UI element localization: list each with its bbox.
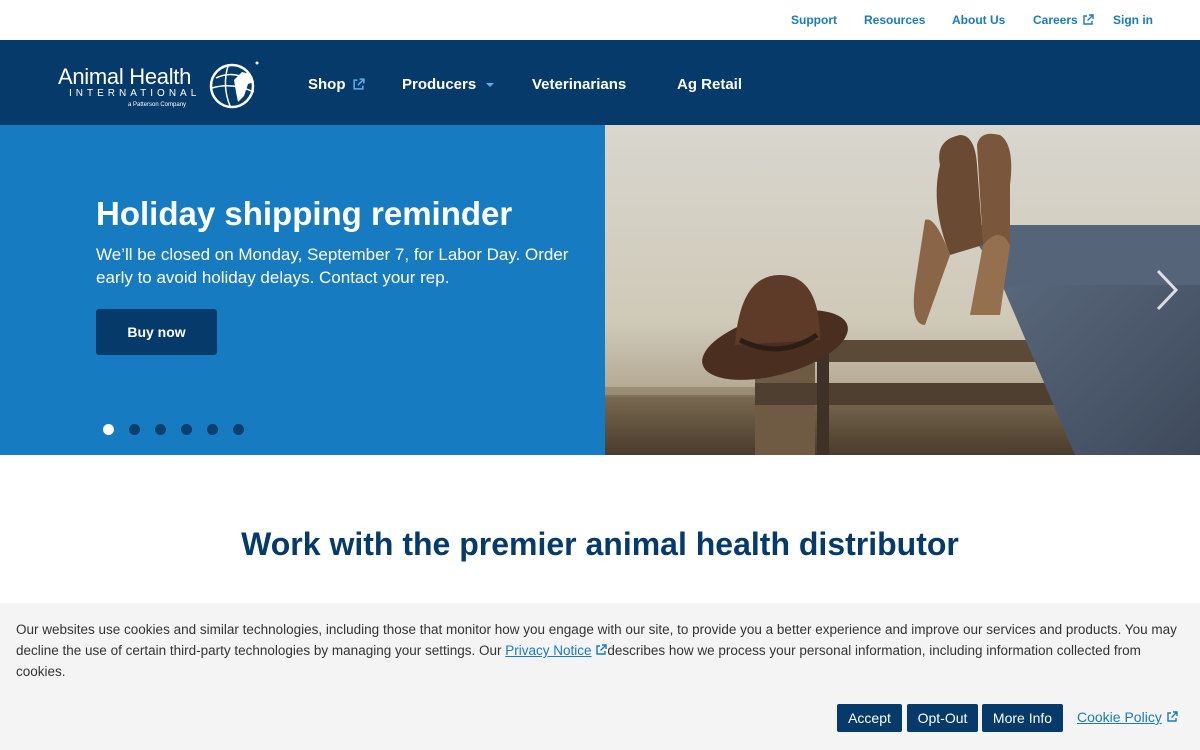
cookie-policy-link[interactable]: Cookie Policy <box>1077 709 1178 725</box>
resources-link[interactable]: Resources <box>864 13 925 27</box>
external-link-icon <box>1167 711 1178 722</box>
utility-bar: Support Resources About Us Careers Sign … <box>0 0 1200 40</box>
more-info-button[interactable]: More Info <box>982 704 1063 732</box>
chevron-right-icon[interactable] <box>1152 265 1182 315</box>
hero-title: Holiday shipping reminder <box>96 195 513 232</box>
external-link-icon <box>596 644 608 655</box>
chevron-down-icon <box>486 82 495 87</box>
globe-horse-icon <box>209 61 259 109</box>
carousel-dot[interactable] <box>155 424 166 435</box>
section-headline: Work with the premier animal health dist… <box>241 526 959 562</box>
careers-link[interactable]: Careers <box>1033 13 1094 27</box>
buy-now-button[interactable]: Buy now <box>96 309 217 355</box>
logo-tagline: a Patterson Company <box>128 102 187 108</box>
nav-producers[interactable]: Producers <box>402 76 495 93</box>
logo-sub: INTERNATIONAL <box>69 88 201 99</box>
carousel-dot[interactable] <box>181 424 192 435</box>
privacy-notice-label: Privacy Notice <box>505 643 592 658</box>
carousel-dot[interactable] <box>129 424 140 435</box>
hero-panel: Holiday shipping reminder We’ll be close… <box>0 125 605 455</box>
opt-out-button[interactable]: Opt-Out <box>907 704 978 732</box>
careers-label: Careers <box>1033 13 1078 27</box>
main-nav: Animal Health INTERNATIONAL a Patterson … <box>0 40 1200 125</box>
nav-veterinarians[interactable]: Veterinarians <box>532 76 626 93</box>
privacy-notice-link[interactable]: Privacy Notice <box>505 643 591 658</box>
cookie-policy-label: Cookie Policy <box>1077 709 1162 725</box>
accept-button[interactable]: Accept <box>837 704 902 732</box>
nav-shop-label: Shop <box>308 76 346 93</box>
sign-in-link[interactable]: Sign in <box>1113 13 1153 27</box>
external-link-icon <box>1083 14 1094 25</box>
logo-name: Animal Health <box>58 64 192 89</box>
carousel-dot[interactable] <box>233 424 244 435</box>
cookie-text: Our websites use cookies and similar tec… <box>16 619 1186 682</box>
hero-carousel: Holiday shipping reminder We’ll be close… <box>0 125 1200 455</box>
nav-ag-retail[interactable]: Ag Retail <box>677 76 742 93</box>
support-link[interactable]: Support <box>791 13 837 27</box>
carousel-dot[interactable] <box>103 424 114 435</box>
hero-image-cowboy-boots <box>605 125 1200 455</box>
hero-text: We’ll be closed on Monday, September 7, … <box>96 245 569 287</box>
external-link-icon <box>352 78 365 90</box>
logo[interactable]: Animal Health INTERNATIONAL a Patterson … <box>58 58 263 114</box>
cookie-banner: Our websites use cookies and similar tec… <box>0 603 1200 750</box>
carousel-dot[interactable] <box>207 424 218 435</box>
nav-shop[interactable]: Shop <box>308 76 365 93</box>
about-us-link[interactable]: About Us <box>952 13 1005 27</box>
carousel-dots <box>103 424 244 435</box>
nav-producers-label: Producers <box>402 76 477 93</box>
